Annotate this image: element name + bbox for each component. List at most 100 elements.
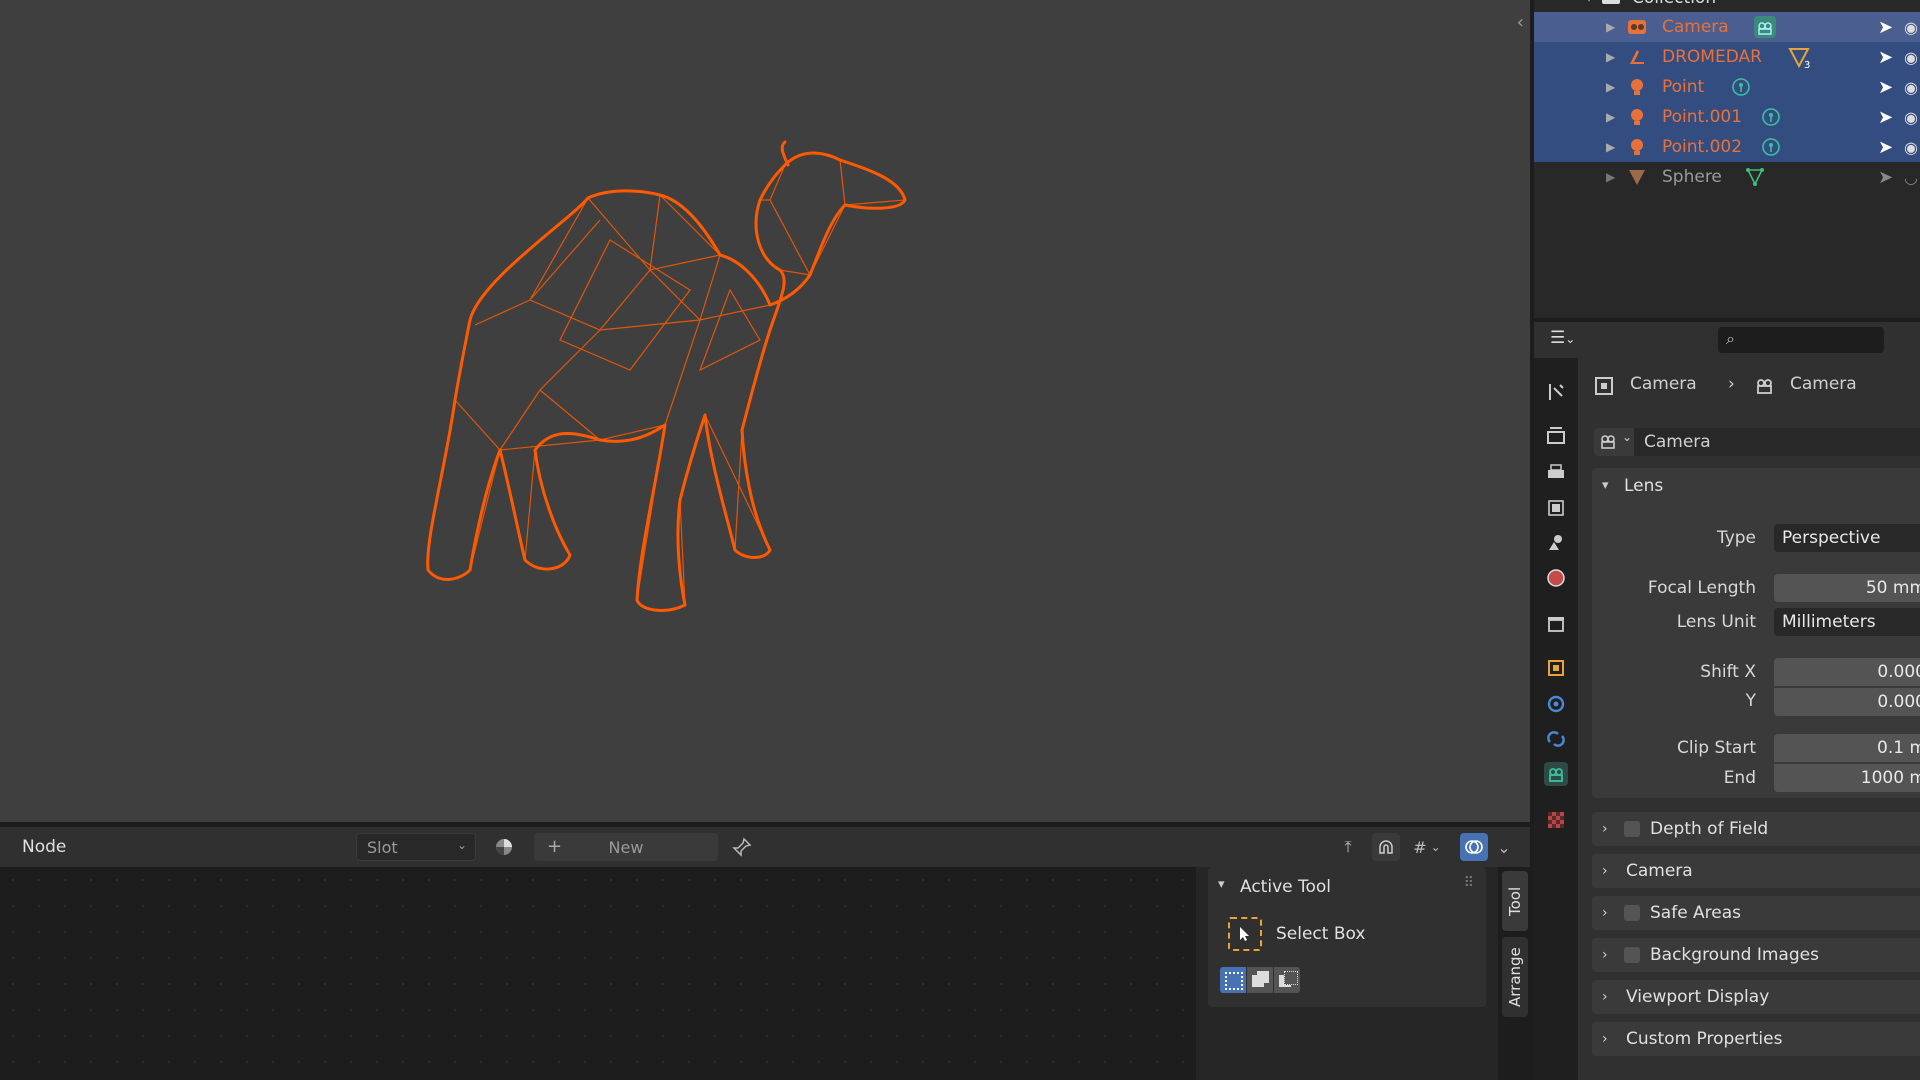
expand-arrow-icon[interactable]: ▾ [1586,0,1592,5]
lens-panel-title[interactable]: Lens [1624,476,1663,496]
camera-data-properties-icon[interactable] [1544,762,1568,786]
datablock-name: Camera [1644,432,1711,452]
select-arrow-icon[interactable]: ➤ [1878,47,1893,68]
drag-handle-icon[interactable]: ⠿ [1464,875,1474,891]
tab-arrange[interactable]: Arrange [1502,937,1528,1017]
select-arrow-icon[interactable]: ➤ [1878,107,1893,128]
slot-label: Slot [367,838,398,857]
clip-end-field[interactable]: 1000 m [1774,764,1920,792]
breadcrumb-data: Camera [1790,374,1857,394]
expand-arrow-icon[interactable]: ▶ [1606,170,1615,184]
outliner-item-point[interactable]: ▶ Point ➤ ◉ [1534,72,1920,102]
outliner-item-dromedar[interactable]: ▶ DROMEDAR 3 ➤ ◉ [1534,42,1920,72]
select-arrow-icon[interactable]: ➤ [1878,137,1893,158]
light-data-icon[interactable] [1730,76,1752,98]
panel-camera[interactable]: › Camera [1592,854,1920,888]
checkbox[interactable] [1624,821,1640,837]
scene-properties-icon[interactable] [1544,530,1568,554]
node-menu[interactable]: Node [22,837,66,857]
world-properties-icon[interactable] [1544,566,1568,590]
new-material-button[interactable]: + New [534,833,718,861]
render-properties-icon[interactable] [1544,424,1568,448]
overlay-toggle-icon[interactable] [1460,833,1488,861]
output-properties-icon[interactable] [1544,460,1568,484]
chevron-down-icon[interactable]: ▾ [1602,478,1609,493]
panel-custom-properties[interactable]: › Custom Properties [1592,1022,1920,1056]
collection-row[interactable]: ▾ Collection [1534,0,1920,10]
outliner-item-point-001[interactable]: ▶ Point.001 ➤ ◉ [1534,102,1920,132]
eye-icon[interactable]: ◉ [1904,48,1918,67]
vertex-group-icon[interactable] [1744,166,1766,188]
tab-tool[interactable]: Tool [1502,871,1528,931]
chevron-down-icon[interactable]: ▾ [1218,877,1225,892]
select-arrow-icon[interactable]: ➤ [1878,167,1893,188]
outliner-item-name: Point [1662,77,1705,97]
light-data-icon[interactable] [1760,136,1782,158]
expand-arrow-icon[interactable]: ▶ [1606,80,1615,94]
chevron-right-icon: › [1602,821,1608,837]
camel-wireframe-mesh[interactable] [400,70,960,630]
lens-unit-dropdown[interactable]: Millimeters [1774,608,1920,636]
snap-grid-dropdown[interactable]: # ⌄ [1404,833,1450,861]
expand-arrow-icon[interactable]: ▶ [1606,140,1615,154]
sidebar-tabs: Tool Arrange [1500,867,1530,1080]
panel-viewport-display[interactable]: › Viewport Display [1592,980,1920,1014]
material-browse-icon[interactable] [490,833,518,861]
active-tool-panel: ▾ Active Tool ⠿ Select Box [1208,867,1486,1007]
expand-arrow-icon[interactable]: ▶ [1606,110,1615,124]
editor-type-dropdown[interactable]: ☰⌄ [1550,328,1594,352]
panel-depth-of-field[interactable]: › Depth of Field [1592,812,1920,846]
eye-closed-icon[interactable]: ◡ [1904,168,1918,187]
outliner-item-camera[interactable]: ▶ Camera ➤ ◉ [1534,12,1920,42]
3d-viewport[interactable]: ‹ [0,0,1530,822]
clip-start-value: 0.1 m [1877,738,1920,758]
eye-icon[interactable]: ◉ [1904,108,1918,127]
texture-properties-icon[interactable] [1544,808,1568,832]
outliner-item-sphere[interactable]: ▶ Sphere ➤ ◡ [1534,162,1920,192]
select-arrow-icon[interactable]: ➤ [1878,77,1893,98]
eye-icon[interactable]: ◉ [1904,138,1918,157]
select-mode-new-icon[interactable] [1220,967,1246,993]
expand-arrow-icon[interactable]: ▶ [1606,50,1615,64]
pin-icon[interactable] [728,833,756,861]
object-properties-icon[interactable] [1544,656,1568,680]
snap-magnet-icon[interactable] [1372,833,1400,861]
search-icon: ⌕ [1726,329,1735,348]
panel-safe-areas[interactable]: › Safe Areas [1592,896,1920,930]
slot-dropdown[interactable]: Slot ⌄ [356,833,476,861]
select-mode-subtract-icon[interactable] [1274,967,1300,993]
light-data-icon[interactable] [1760,106,1782,128]
eye-icon[interactable]: ◉ [1904,18,1918,37]
checkbox[interactable] [1624,905,1640,921]
eye-icon[interactable]: ◉ [1904,78,1918,97]
lens-type-dropdown[interactable]: Perspective [1774,524,1920,552]
expand-arrow-icon[interactable]: ▶ [1606,20,1615,34]
properties-search-input[interactable]: ⌕ [1718,327,1884,353]
collapse-arrow-icon[interactable]: ‹ [1517,12,1524,33]
shift-y-field[interactable]: 0.000 [1774,688,1920,716]
overlay-dropdown-chevron-icon[interactable]: ⌄ [1490,833,1518,861]
focal-length-field[interactable]: 50 mm [1774,574,1920,602]
active-tool-heading[interactable]: Active Tool [1240,877,1331,897]
panel-background-images[interactable]: › Background Images [1592,938,1920,972]
child-count-badge: 3 [1804,60,1811,71]
datablock-name-field[interactable]: Camera [1634,428,1920,456]
breadcrumb: Camera › Camera [1594,374,1920,398]
collection-properties-icon[interactable] [1544,612,1568,636]
clip-start-field[interactable]: 0.1 m [1774,734,1920,762]
camera-data-icon[interactable] [1754,16,1776,38]
physics-properties-icon[interactable] [1544,692,1568,716]
outliner[interactable]: ▾ Collection ▶ Camera ➤ ◉ ▶ DROMEDAR 3 ➤… [1534,0,1920,318]
shift-x-field[interactable]: 0.000 [1774,658,1920,686]
parent-node-tree-icon[interactable]: ⤒ [1334,833,1362,861]
panel-label: Camera [1626,861,1693,881]
outliner-item-point-002[interactable]: ▶ Point.002 ➤ ◉ [1534,132,1920,162]
datablock-browse-button[interactable]: ⌄ [1594,428,1634,456]
select-arrow-icon[interactable]: ➤ [1878,17,1893,38]
select-mode-extend-icon[interactable] [1247,967,1273,993]
checkbox[interactable] [1624,947,1640,963]
tool-settings-icon[interactable] [1544,380,1568,404]
constraint-properties-icon[interactable] [1544,726,1568,750]
view-layer-properties-icon[interactable] [1544,496,1568,520]
select-box-tool-icon[interactable] [1228,917,1262,951]
